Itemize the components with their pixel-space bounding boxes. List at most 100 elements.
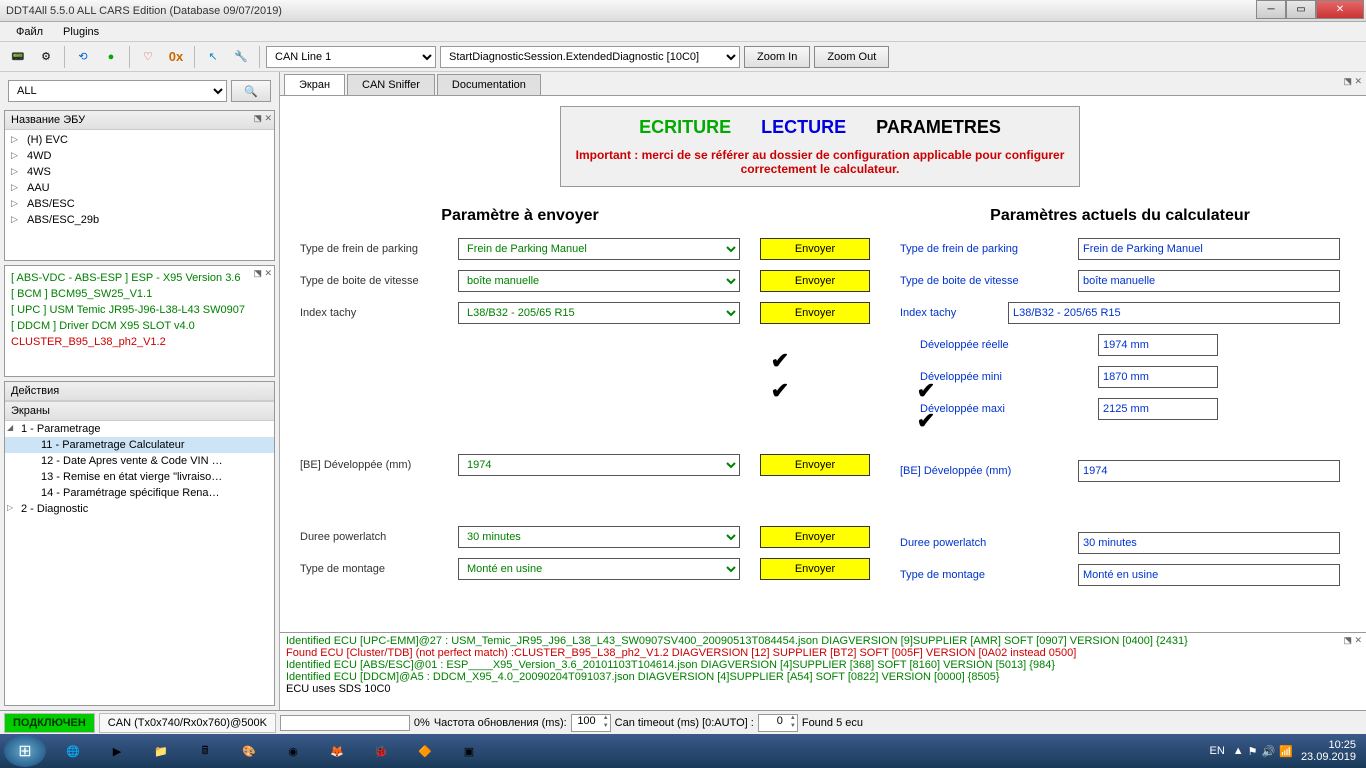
- check-icon: ✔: [770, 378, 790, 404]
- list-item[interactable]: [ UPC ] USM Temic JR95-J96-L38-L43 SW090…: [9, 302, 270, 318]
- tree-item[interactable]: 4WD: [7, 148, 272, 164]
- ecu-icon[interactable]: ⚙: [34, 45, 58, 69]
- select-be-dev[interactable]: 1974: [458, 454, 740, 476]
- refresh-icon[interactable]: ⟲: [71, 45, 95, 69]
- log-line: Found ECU [Cluster/TDB] (not perfect mat…: [286, 647, 1360, 659]
- select-montage[interactable]: Monté en usine: [458, 558, 740, 580]
- log-line: Identified ECU [UPC-EMM]@27 : USM_Temic_…: [286, 635, 1360, 647]
- panel-pin-icon[interactable]: ⬔ ✕: [1343, 76, 1362, 87]
- clock[interactable]: 10:25 23.09.2019: [1301, 739, 1356, 763]
- zoom-out-button[interactable]: Zoom Out: [814, 46, 889, 68]
- tray-flag-icon[interactable]: ⚑: [1248, 745, 1258, 758]
- tray-up-icon[interactable]: ▲: [1233, 745, 1244, 758]
- select-tachy[interactable]: L38/B32 - 205/65 R15: [458, 302, 740, 324]
- ecu-detected-list: [ ABS-VDC - ABS-ESP ] ESP - X95 Version …: [5, 266, 274, 376]
- tree-item[interactable]: (H) EVC: [7, 132, 272, 148]
- tab-sniffer[interactable]: CAN Sniffer: [347, 74, 435, 95]
- taskbar-paint-icon[interactable]: 🎨: [228, 736, 270, 766]
- tree-leaf[interactable]: 14 - Paramétrage spécifique Rena…: [5, 485, 274, 501]
- hex-icon[interactable]: 0x: [164, 45, 188, 69]
- log-panel[interactable]: ⬔ ✕ Identified ECU [UPC-EMM]@27 : USM_Te…: [280, 632, 1366, 710]
- scroll-area[interactable]: ECRITURE LECTURE PARAMETRES Important : …: [280, 96, 1366, 632]
- link-ecriture[interactable]: ECRITURE: [639, 117, 731, 138]
- taskbar-ie-icon[interactable]: 🌐: [52, 736, 94, 766]
- taskbar-chrome-icon[interactable]: ◉: [272, 736, 314, 766]
- tray-network-icon[interactable]: 📶: [1279, 745, 1293, 758]
- tree-leaf[interactable]: 11 - Parametrage Calculateur: [5, 437, 274, 453]
- device-icon[interactable]: 📟: [6, 45, 30, 69]
- label-powerlatch-actual: Duree powerlatch: [900, 537, 1070, 549]
- panel-pin-icon[interactable]: ⬔ ✕: [253, 113, 272, 124]
- taskbar-calc-icon[interactable]: 🖩: [184, 736, 226, 766]
- filter-combo[interactable]: ALL: [8, 80, 227, 102]
- timeout-label: Can timeout (ms) [0:AUTO] :: [615, 717, 754, 729]
- tree-leaf[interactable]: 12 - Date Apres vente & Code VIN …: [5, 453, 274, 469]
- maximize-button[interactable]: ▭: [1286, 0, 1316, 19]
- connect-icon[interactable]: ●: [99, 45, 123, 69]
- taskbar-app2-icon[interactable]: 🔶: [404, 736, 446, 766]
- menu-file[interactable]: Файл: [6, 24, 53, 40]
- tree-item[interactable]: ABS/ESC_29b: [7, 212, 272, 228]
- taskbar: ⊞ 🌐 ▶ 📁 🖩 🎨 ◉ 🦊 🐞 🔶 ▣ EN ▲ ⚑ 🔊 📶 10:25 2…: [0, 734, 1366, 768]
- label-tachy-actual: Index tachy: [900, 307, 1000, 319]
- list-item[interactable]: [ DDCM ] Driver DCM X95 SLOT v4.0: [9, 318, 270, 334]
- zoom-in-button[interactable]: Zoom In: [744, 46, 810, 68]
- taskbar-media-icon[interactable]: ▶: [96, 736, 138, 766]
- title-bar: DDT4All 5.5.0 ALL CARS Edition (Database…: [0, 0, 1366, 22]
- tool-icon[interactable]: 🔧: [229, 45, 253, 69]
- tree-item[interactable]: AAU: [7, 180, 272, 196]
- tree-item[interactable]: 4WS: [7, 164, 272, 180]
- link-lecture[interactable]: LECTURE: [761, 117, 846, 138]
- list-item[interactable]: [ ABS-VDC - ABS-ESP ] ESP - X95 Version …: [9, 270, 270, 286]
- tab-screen[interactable]: Экран: [284, 74, 345, 95]
- minimize-button[interactable]: ─: [1256, 0, 1286, 19]
- tab-bar: Экран CAN Sniffer Documentation ⬔ ✕: [280, 72, 1366, 96]
- connection-combo[interactable]: CAN Line 1: [266, 46, 436, 68]
- start-button[interactable]: ⊞: [4, 735, 46, 767]
- select-powerlatch[interactable]: 30 minutes: [458, 526, 740, 548]
- status-found: Found 5 ecu: [802, 717, 863, 729]
- window-title: DDT4All 5.5.0 ALL CARS Edition (Database…: [6, 5, 282, 17]
- send-button[interactable]: Envoyer: [760, 302, 870, 324]
- menu-plugins[interactable]: Plugins: [53, 24, 109, 40]
- tab-docs[interactable]: Documentation: [437, 74, 541, 95]
- panel-pin-icon[interactable]: ⬔ ✕: [253, 268, 272, 279]
- link-parametres[interactable]: PARAMETRES: [876, 117, 1001, 138]
- session-combo[interactable]: StartDiagnosticSession.ExtendedDiagnosti…: [440, 46, 740, 68]
- close-button[interactable]: ✕: [1316, 0, 1364, 19]
- tray-volume-icon[interactable]: 🔊: [1262, 745, 1276, 758]
- panel-pin-icon[interactable]: ⬔ ✕: [1343, 635, 1362, 646]
- ecu-type-tree[interactable]: (H) EVC 4WD 4WS AAU ABS/ESC ABS/ESC_29b: [5, 130, 274, 260]
- select-gearbox[interactable]: boîte manuelle: [458, 270, 740, 292]
- cursor-icon[interactable]: ↖: [201, 45, 225, 69]
- send-button[interactable]: Envoyer: [760, 558, 870, 580]
- send-button[interactable]: Envoyer: [760, 454, 870, 476]
- tree-node[interactable]: 2 - Diagnostic: [5, 501, 274, 517]
- heartbeat-icon[interactable]: ♡: [136, 45, 160, 69]
- label-montage: Type de montage: [300, 563, 450, 575]
- search-button[interactable]: 🔍: [231, 80, 271, 102]
- check-icon: ✔: [916, 408, 936, 434]
- tree-node[interactable]: 1 - Parametrage: [5, 421, 274, 437]
- send-button[interactable]: Envoyer: [760, 270, 870, 292]
- refresh-spinner[interactable]: 100: [571, 714, 611, 732]
- taskbar-app3-icon[interactable]: ▣: [448, 736, 490, 766]
- screens-tree[interactable]: 1 - Parametrage 11 - Parametrage Calcula…: [5, 421, 274, 705]
- list-item[interactable]: CLUSTER_B95_L38_ph2_V1.2: [9, 334, 270, 350]
- select-parking[interactable]: Frein de Parking Manuel: [458, 238, 740, 260]
- send-button[interactable]: Envoyer: [760, 238, 870, 260]
- label-be-dev-actual: [BE] Développée (mm): [900, 465, 1070, 477]
- send-button[interactable]: Envoyer: [760, 526, 870, 548]
- list-item[interactable]: [ BCM ] BCM95_SW25_V1.1: [9, 286, 270, 302]
- tree-item[interactable]: ABS/ESC: [7, 196, 272, 212]
- taskbar-app1-icon[interactable]: 🐞: [360, 736, 402, 766]
- value-powerlatch-actual: 30 minutes: [1078, 532, 1340, 554]
- tree-leaf[interactable]: 13 - Remise en état vierge "livraiso…: [5, 469, 274, 485]
- taskbar-firefox-icon[interactable]: 🦊: [316, 736, 358, 766]
- tray-lang[interactable]: EN: [1209, 745, 1224, 757]
- timeout-spinner[interactable]: 0: [758, 714, 798, 732]
- value-gearbox-actual: boîte manuelle: [1078, 270, 1340, 292]
- taskbar-explorer-icon[interactable]: 📁: [140, 736, 182, 766]
- label-gearbox-actual: Type de boite de vitesse: [900, 275, 1070, 287]
- label-dev-reelle: Développée réelle: [900, 339, 1090, 351]
